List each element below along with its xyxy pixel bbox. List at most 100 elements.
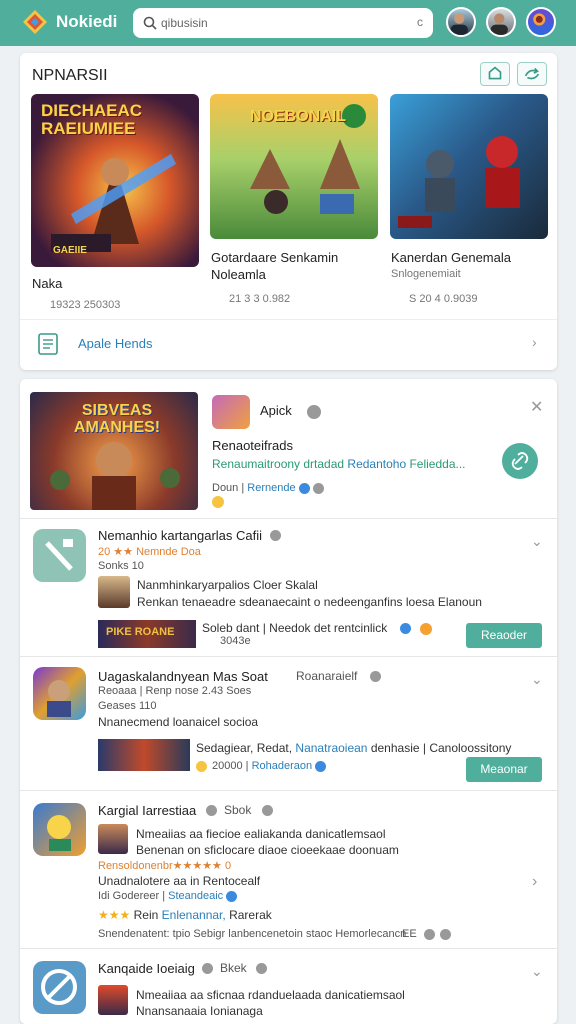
game-char-icon (47, 680, 71, 717)
info-icon (424, 929, 435, 940)
document-icon (38, 333, 58, 355)
verified-icon (226, 890, 238, 902)
clear-search-icon[interactable]: c (417, 15, 423, 29)
sub-strip-image: PIKE ROANE (98, 620, 196, 648)
search-bar[interactable]: c (133, 8, 433, 38)
game-meta: 19323 250303 (50, 299, 121, 311)
info-icon (202, 963, 213, 974)
refresh-button[interactable] (517, 62, 547, 86)
emoji-icon (212, 496, 224, 508)
meta-b[interactable]: Rohaderaon (252, 760, 313, 772)
app-title[interactable]: Kargial Iarrestiaa (98, 803, 196, 818)
list-item[interactable]: Kanqaide Ioeiaig Bkek ⌄ Nmeaiiaa aa sfic… (20, 948, 557, 1024)
verified-icon (315, 760, 327, 772)
line5-link[interactable]: Steandeaic (168, 890, 223, 902)
strip-caption: Sedagiear, Redat, Nanatraoiean denhasie … (196, 741, 511, 755)
game-meta: S 20 4 0.9039 (409, 293, 478, 305)
detail-line: Nnansanaaia Ionianaga (136, 1004, 263, 1018)
game-meta: 21 3 3 0.982 (229, 293, 291, 305)
install-button[interactable]: Reaoder (466, 623, 542, 648)
compass-icon (41, 969, 77, 1005)
app-icon[interactable] (212, 395, 250, 429)
app-icon[interactable] (33, 803, 86, 856)
close-icon[interactable]: ✕ (530, 397, 543, 417)
feature-action-button[interactable] (502, 443, 538, 479)
caption-link[interactable]: Nanatraoiean (295, 741, 367, 755)
stars-a: Rein (133, 908, 159, 922)
game-thumbnail[interactable] (390, 94, 548, 239)
feature-art-title: SIBVEAS AMANHES! (73, 402, 161, 436)
detail-line: Idi Godereer | Steandeaic (98, 890, 238, 902)
search-input[interactable] (161, 13, 401, 33)
detail-line: Nmeaiiaa aa sficnaa rdanduelaada danicat… (136, 988, 405, 1002)
sub-strip-image (98, 739, 190, 771)
list-item[interactable]: Nemanhio kartangarlas Cafii 20 ★★ Nemnde… (20, 518, 557, 656)
meta-a: 20000 (212, 760, 243, 772)
app-icon[interactable] (33, 529, 86, 582)
rating-row: Rensoldonenbr★★★★★ 0 (98, 860, 232, 872)
strip-label: PIKE ROANE (106, 626, 175, 638)
chevron-down-icon[interactable]: ⌄ (531, 533, 543, 550)
app-icon[interactable] (33, 667, 86, 720)
emoji-icon (420, 623, 432, 635)
emoji-icon (196, 761, 207, 772)
sub-title: Nanmhinkaryarpalios Cloer Skalal (137, 578, 318, 592)
caption-a: Sedagiear, Redat, (196, 741, 293, 755)
description-link[interactable]: Redantoho (347, 457, 406, 471)
game-char-icon (47, 815, 71, 851)
chevron-down-icon[interactable]: ⌄ (531, 963, 543, 980)
meta-b[interactable]: Rernende (247, 482, 295, 494)
list-item[interactable]: Kargial Iarrestiaa Sbok Nmeaiias aa fiec… (20, 790, 557, 948)
info-icon (256, 963, 267, 974)
verified-icon (400, 623, 411, 634)
feature-description: Renaumaitroony drtadad Redantoho Feliedd… (212, 457, 466, 471)
game-title[interactable]: Naka (32, 275, 62, 293)
install-button[interactable]: Meaonar (466, 757, 542, 782)
strip-meta: 3043e (220, 635, 251, 647)
game-art-title: NOEBONAIL (250, 108, 346, 125)
feature-thumbnail[interactable]: SIBVEAS AMANHES! (30, 392, 198, 510)
app-title[interactable]: Uagaskalandnyean Mas Soat (98, 669, 268, 684)
app-list-section: SIBVEAS AMANHES! Apick ✕ Renaoteifrads R… (20, 379, 557, 1024)
info-icon (370, 671, 381, 682)
chevron-down-icon[interactable]: ⌄ (531, 671, 543, 688)
info-icon (307, 405, 321, 419)
app-meta: Sonks 10 (98, 560, 144, 572)
stars-row: ★★★ Rein Enlenannar, Rarerak (98, 908, 272, 922)
info-icon (262, 805, 273, 816)
game-subtitle: Noleamla (211, 267, 266, 282)
app-icon[interactable] (33, 961, 86, 1014)
app-name[interactable]: Apick (260, 403, 292, 418)
info-icon (270, 530, 281, 541)
search-icon (143, 16, 157, 30)
verified-icon (298, 482, 310, 494)
list-item[interactable]: Uagaskalandnyean Mas Soat Roanaraielf Re… (20, 656, 557, 790)
sub-thumbnail (98, 824, 128, 854)
game-title[interactable]: Kanerdan Genemala (391, 249, 511, 267)
detail-line: Unadnalotere aa in Rentocealf (98, 874, 261, 888)
line5-a: Idi Godereer | (98, 890, 166, 902)
rating-row: Reoaaa | Renp nose 2.43 Soes (98, 685, 252, 697)
refresh-icon (524, 67, 540, 80)
game-art-badge: GAEIIE (53, 245, 87, 256)
game-thumbnail[interactable]: NOEBONAIL (210, 94, 378, 239)
avatar[interactable] (486, 7, 516, 37)
feature-title: Renaoteifrads (212, 438, 293, 453)
chevron-right-icon[interactable]: › (532, 873, 537, 891)
apple-hends-link[interactable]: Apale Hends › (20, 319, 557, 365)
app-title[interactable]: Kanqaide Ioeiaig (98, 961, 195, 976)
detail-meta: EE (402, 928, 417, 940)
sub-thumbnail (98, 985, 128, 1015)
share-button[interactable] (480, 62, 510, 86)
avatar[interactable] (446, 7, 476, 37)
app-logo-icon[interactable] (22, 9, 48, 35)
sub-description: Renkan tenaeadre sdeanaecaint o nedeenga… (137, 595, 482, 609)
app-title-suffix: Sbok (224, 803, 252, 817)
share-icon (488, 66, 502, 80)
game-thumbnail[interactable]: DIECHAEAC RAEIUMIEE GAEIIE (31, 94, 199, 267)
stars-link[interactable]: Enlenannar, (162, 908, 226, 922)
app-title-suffix: Roanaraielf (296, 669, 358, 683)
avatar[interactable] (526, 7, 556, 37)
app-title[interactable]: Nemanhio kartangarlas Cafii (98, 528, 262, 543)
game-title[interactable]: Gotardaare Senkamin (211, 249, 338, 267)
